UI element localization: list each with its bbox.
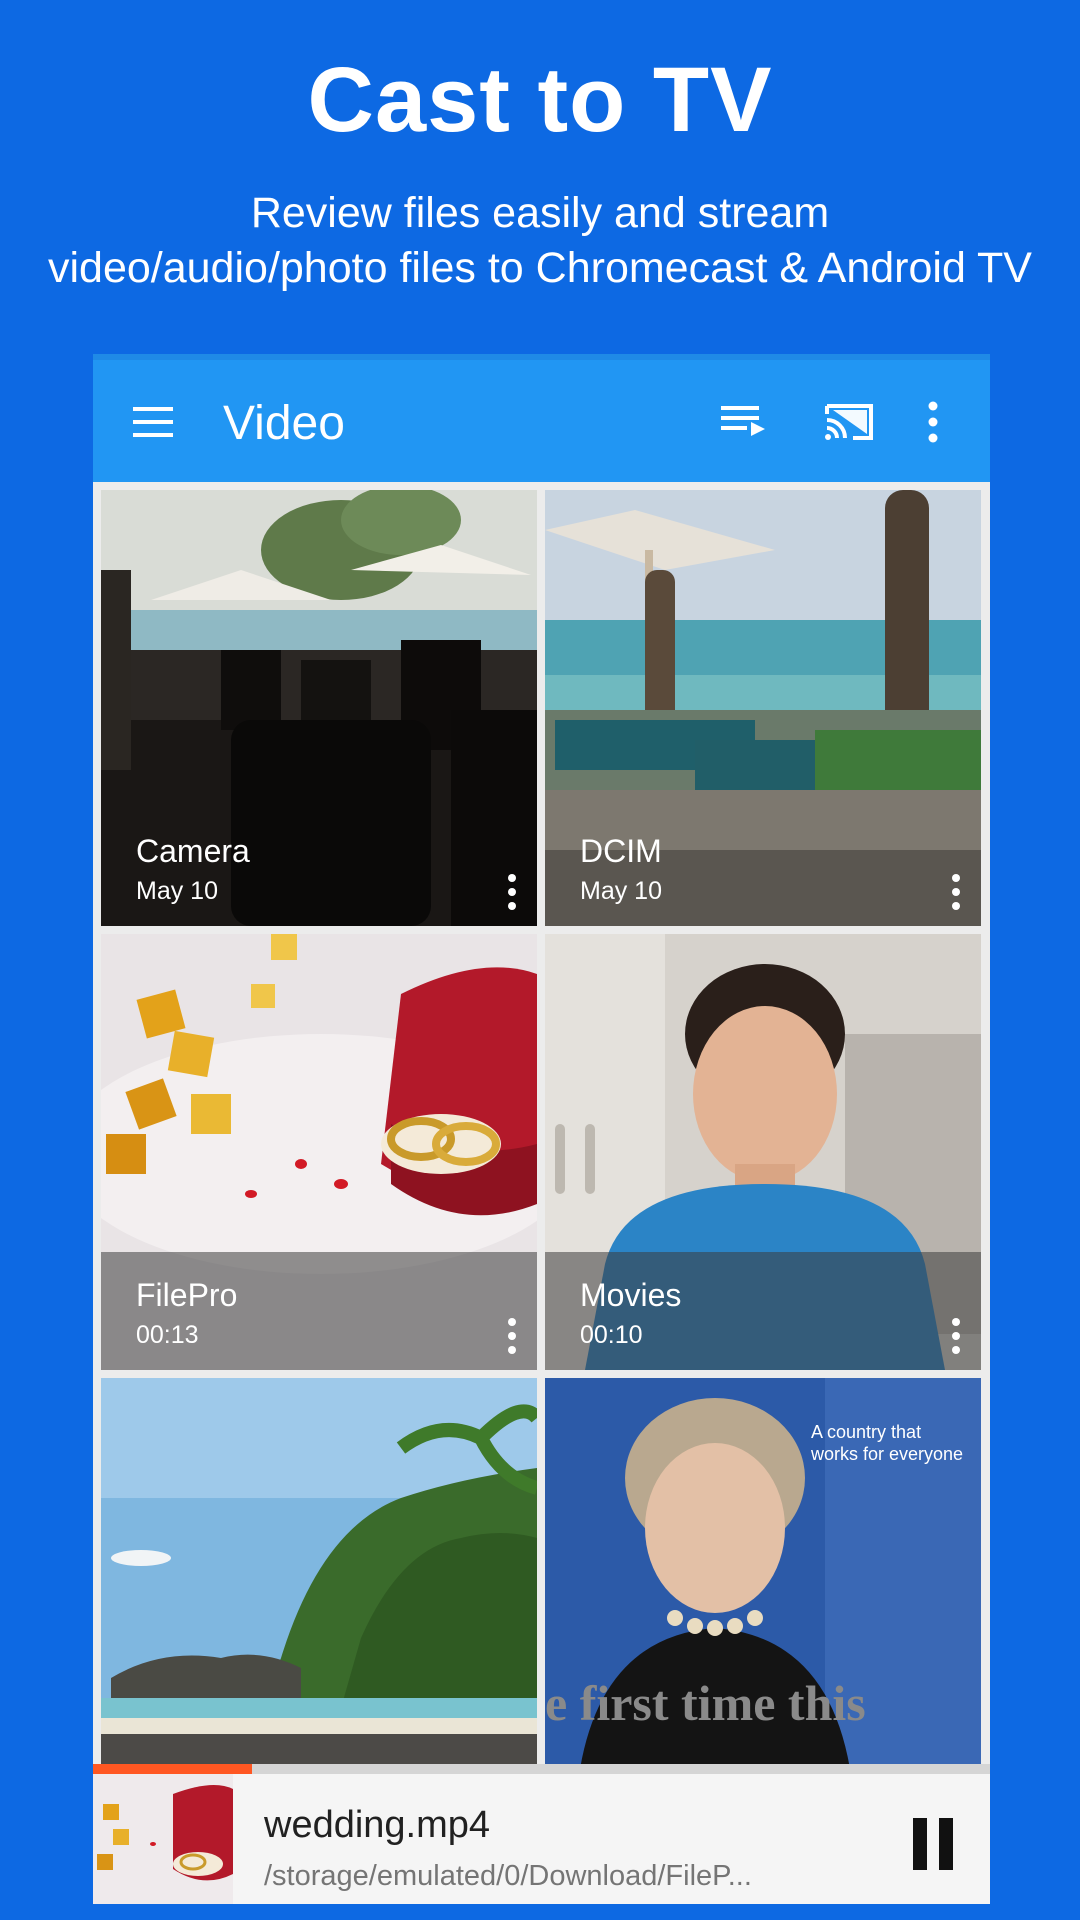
thumb-subtitle: e first time this: [545, 1675, 866, 1731]
folder-tile-video[interactable]: A country that works for everyone e firs…: [545, 1378, 981, 1814]
folder-name: Camera: [136, 833, 250, 869]
promo-subtitle: Review files easily and stream video/aud…: [0, 186, 1080, 296]
promo-subtitle-line2: video/audio/photo files to Chromecast & …: [47, 244, 1032, 292]
pause-icon[interactable]: [911, 1818, 955, 1870]
folder-grid: Camera May 10 DCIM May 10 FilePro 00:13 …: [93, 482, 990, 1872]
mini-player[interactable]: wedding.mp4 /storage/emulated/0/Download…: [93, 1764, 990, 1904]
more-vert-icon[interactable]: [945, 1316, 967, 1356]
thumbnail-video: A country that works for everyone e firs…: [545, 1378, 981, 1814]
folder-date: May 10: [580, 877, 662, 905]
more-vert-icon[interactable]: [945, 872, 967, 912]
folder-name: DCIM: [580, 833, 662, 869]
progress-bar[interactable]: [93, 1764, 990, 1774]
player-thumbnail: [93, 1774, 233, 1904]
folder-tile-dcim[interactable]: DCIM May 10: [545, 490, 981, 926]
promo-subtitle-line1: Review files easily and stream: [250, 189, 830, 237]
more-vert-icon[interactable]: [501, 872, 523, 912]
more-vert-icon[interactable]: [501, 1316, 523, 1356]
thumbnail-vacation: [101, 1378, 537, 1814]
folder-name: Movies: [580, 1277, 682, 1313]
menu-icon[interactable]: [129, 398, 177, 446]
thumb-caption: A country that: [811, 1422, 921, 1442]
app-bar: Video: [93, 354, 990, 482]
queue-icon[interactable]: [719, 398, 767, 446]
more-vert-icon[interactable]: [917, 398, 949, 446]
folder-date: May 10: [136, 877, 218, 905]
page-title: Video: [223, 397, 345, 450]
folder-tile-movies[interactable]: Movies 00:10: [545, 934, 981, 1370]
promo-title: Cast to TV: [307, 49, 773, 151]
folder-tile-vacation[interactable]: vacation: [101, 1378, 537, 1814]
folder-duration: 00:13: [136, 1321, 199, 1349]
cast-icon[interactable]: [823, 398, 873, 446]
now-playing-path: /storage/emulated/0/Download/FileP...: [264, 1860, 752, 1892]
folder-tile-camera[interactable]: Camera May 10: [101, 490, 537, 926]
folder-name: FilePro: [136, 1277, 238, 1313]
folder-tile-filepro[interactable]: FilePro 00:13: [101, 934, 537, 1370]
phone-screen: Video Camera May 10 DCIM May 10 FilePro …: [93, 354, 990, 1904]
thumb-caption: works for everyone: [810, 1444, 963, 1464]
progress-fill: [93, 1764, 252, 1774]
now-playing-title: wedding.mp4: [264, 1804, 491, 1846]
folder-duration: 00:10: [580, 1321, 643, 1349]
